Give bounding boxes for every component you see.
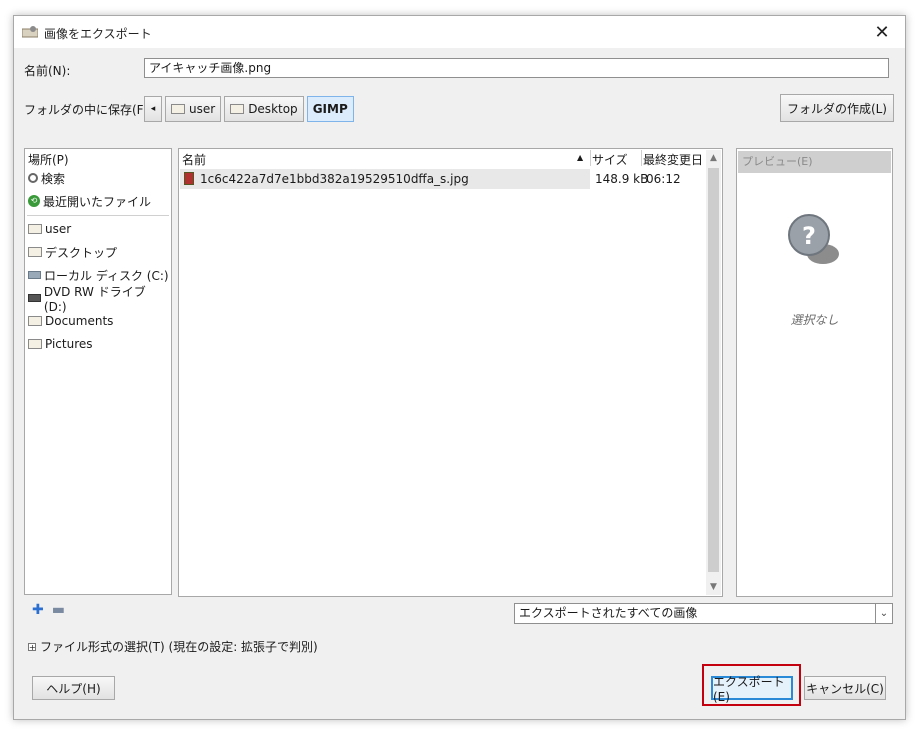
place-label: user <box>45 222 72 236</box>
scrollbar-thumb[interactable] <box>708 168 719 572</box>
preview-empty-text: 選択なし <box>790 313 839 327</box>
file-filter-select[interactable]: エクスポートされたすべての画像 ⌄ <box>514 603 893 624</box>
place-pictures[interactable]: Pictures <box>28 334 93 354</box>
path-bar: ◂ user Desktop GIMP <box>144 96 354 122</box>
places-divider <box>27 215 169 216</box>
places-toolbar: ✚ ▬ <box>32 602 65 618</box>
search-icon <box>28 173 38 183</box>
place-dvd-drive[interactable]: DVD RW ドライブ (D:) <box>28 285 171 314</box>
path-label: user <box>189 102 216 116</box>
path-button-desktop[interactable]: Desktop <box>224 96 304 122</box>
column-divider <box>641 150 642 166</box>
path-label: Desktop <box>248 102 298 116</box>
image-file-icon <box>184 172 194 185</box>
file-list: 名前 ▲ サイズ 最終変更日 1c6c422a7d7e1bbd382a19529… <box>178 148 723 597</box>
file-type-expander[interactable]: + ファイル形式の選択(T) (現在の設定: 拡張子で判別) <box>28 638 318 655</box>
export-image-dialog: 画像をエクスポート ✕ 名前(N): アイキャッチ画像.png フォルダの中に保… <box>13 15 906 720</box>
recent-icon: ⟲ <box>28 195 40 207</box>
cancel-button[interactable]: キャンセル(C) <box>804 676 886 700</box>
place-label: 最近開いたファイル <box>43 194 152 209</box>
svg-text:?: ? <box>802 222 816 250</box>
scroll-down-icon[interactable]: ▼ <box>706 579 721 595</box>
create-folder-button[interactable]: フォルダの作成(L) <box>779 94 894 122</box>
filename-input[interactable]: アイキャッチ画像.png <box>144 58 889 78</box>
remove-bookmark-icon[interactable]: ▬ <box>52 602 65 618</box>
dvd-drive-icon <box>28 294 41 302</box>
scroll-up-icon[interactable]: ▲ <box>706 150 721 166</box>
path-button-user[interactable]: user <box>165 96 222 122</box>
save-in-label: フォルダの中に保存(F): <box>24 103 153 117</box>
folder-icon <box>28 247 42 257</box>
folder-icon <box>171 104 185 114</box>
title-bar: 画像をエクスポート ✕ <box>14 16 905 48</box>
place-label: Documents <box>45 314 114 328</box>
chevron-down-icon: ⌄ <box>875 604 892 623</box>
place-label: ローカル ディスク (C:) <box>44 268 169 283</box>
place-label: DVD RW ドライブ (D:) <box>43 284 146 314</box>
table-row[interactable]: 1c6c422a7d7e1bbd382a19529510dffa_s.jpg <box>180 169 590 189</box>
place-user[interactable]: user <box>28 219 71 239</box>
column-divider <box>590 150 591 166</box>
place-label: 検索 <box>41 171 66 186</box>
close-icon: ✕ <box>874 21 890 43</box>
file-size: 148.9 kB <box>595 172 649 186</box>
column-header-size[interactable]: サイズ <box>592 151 628 168</box>
folder-icon <box>230 104 245 114</box>
file-list-scrollbar[interactable]: ▲ ▼ <box>706 150 721 595</box>
gimp-app-icon <box>22 26 38 38</box>
file-type-label: ファイル形式の選択(T) (現在の設定: 拡張子で判別) <box>40 640 318 654</box>
place-recent[interactable]: ⟲ 最近開いたファイル <box>28 191 151 211</box>
name-label: 名前(N): <box>24 64 71 78</box>
places-pane: 場所(P) 検索 ⟲ 最近開いたファイル user デスクトップ ローカル ディ… <box>24 148 172 595</box>
preview-pane: プレビュー(E) ? 選択なし <box>736 148 893 597</box>
file-modified: 06:12 <box>646 172 681 186</box>
path-button-gimp[interactable]: GIMP <box>306 96 354 122</box>
path-back-button[interactable]: ◂ <box>144 96 162 122</box>
close-button[interactable]: ✕ <box>859 16 905 48</box>
place-search[interactable]: 検索 <box>28 168 65 188</box>
help-button[interactable]: ヘルプ(H) <box>32 676 115 700</box>
window-title: 画像をエクスポート <box>44 27 152 41</box>
add-bookmark-icon[interactable]: ✚ <box>32 602 44 618</box>
folder-icon <box>28 316 42 326</box>
place-documents[interactable]: Documents <box>28 311 113 331</box>
column-header-name[interactable]: 名前 <box>182 151 206 168</box>
file-name: 1c6c422a7d7e1bbd382a19529510dffa_s.jpg <box>200 172 469 186</box>
path-label: GIMP <box>312 102 348 116</box>
places-header: 場所(P) <box>28 153 69 167</box>
place-label: デスクトップ <box>45 245 118 260</box>
folder-icon <box>28 224 42 234</box>
column-header-modified[interactable]: 最終変更日 <box>643 151 703 168</box>
export-button[interactable]: エクスポート(E) <box>711 675 793 704</box>
preview-header[interactable]: プレビュー(E) <box>738 151 891 173</box>
drive-icon <box>28 271 41 279</box>
place-desktop[interactable]: デスクトップ <box>28 242 117 262</box>
sort-ascending-icon: ▲ <box>577 153 584 162</box>
filter-selected-value: エクスポートされたすべての画像 <box>519 606 698 620</box>
place-label: Pictures <box>45 337 93 351</box>
expand-icon: + <box>28 642 36 652</box>
arrow-left-icon: ◂ <box>150 104 156 114</box>
folder-icon <box>28 339 42 349</box>
gimp-no-preview-icon: ? <box>788 214 839 264</box>
